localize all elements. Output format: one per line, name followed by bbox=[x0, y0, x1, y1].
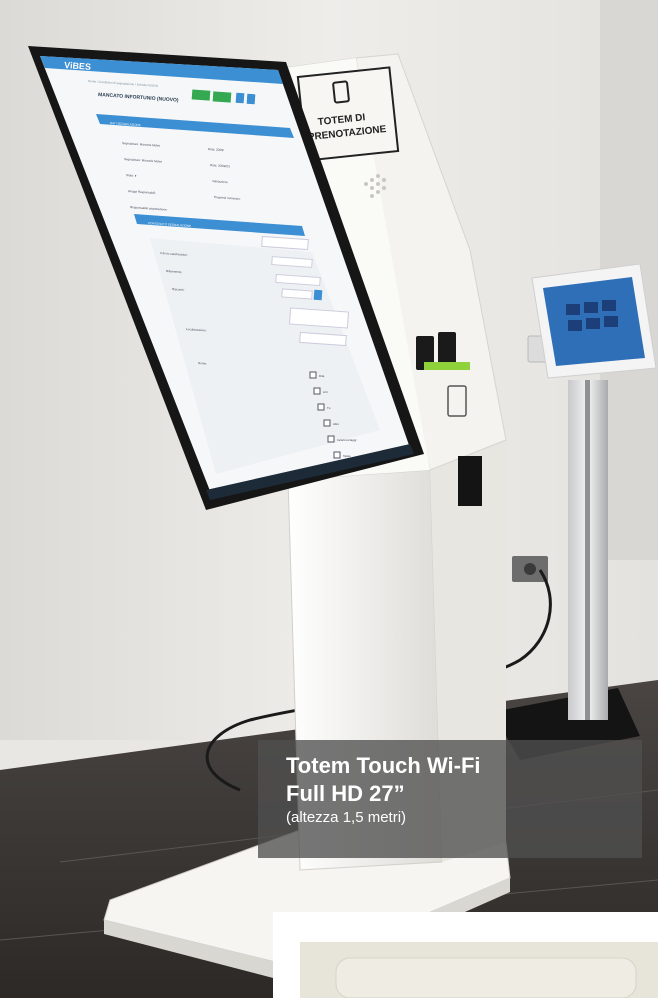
svg-text:Incarico-Naggi: Incarico-Naggi bbox=[337, 438, 357, 442]
svg-text:Nome:: Nome: bbox=[198, 361, 207, 366]
svg-text:Altro: Altro bbox=[333, 422, 340, 426]
app-action-button-2[interactable] bbox=[246, 93, 256, 105]
card-reader-right bbox=[438, 332, 456, 366]
app-action-button-1[interactable] bbox=[235, 92, 245, 104]
caption-subtitle: Full HD 27” bbox=[286, 781, 405, 806]
caption-title: Totem Touch Wi-Fi bbox=[286, 753, 481, 778]
app-search-button[interactable] bbox=[313, 289, 323, 301]
card-reader-led bbox=[424, 362, 470, 370]
svg-text:Arti: Arti bbox=[323, 390, 328, 394]
caption-box: Totem Touch Wi-Fi Full HD 27” (altezza 1… bbox=[258, 740, 642, 858]
svg-text:Tu: Tu bbox=[327, 406, 331, 410]
app-textarea[interactable] bbox=[288, 307, 350, 329]
barcode-scanner bbox=[458, 456, 482, 506]
app-confirm-button[interactable] bbox=[212, 91, 232, 103]
caption-height-note: (altezza 1,5 metri) bbox=[286, 809, 407, 826]
app-input-4[interactable] bbox=[281, 288, 313, 300]
app-save-button[interactable] bbox=[191, 89, 211, 101]
svg-text:Tasks: Tasks bbox=[343, 454, 351, 458]
svg-text:Stato: ●: Stato: ● bbox=[126, 173, 137, 178]
app-brand: ViBES bbox=[64, 60, 91, 72]
svg-text:Dita: Dita bbox=[319, 374, 325, 378]
